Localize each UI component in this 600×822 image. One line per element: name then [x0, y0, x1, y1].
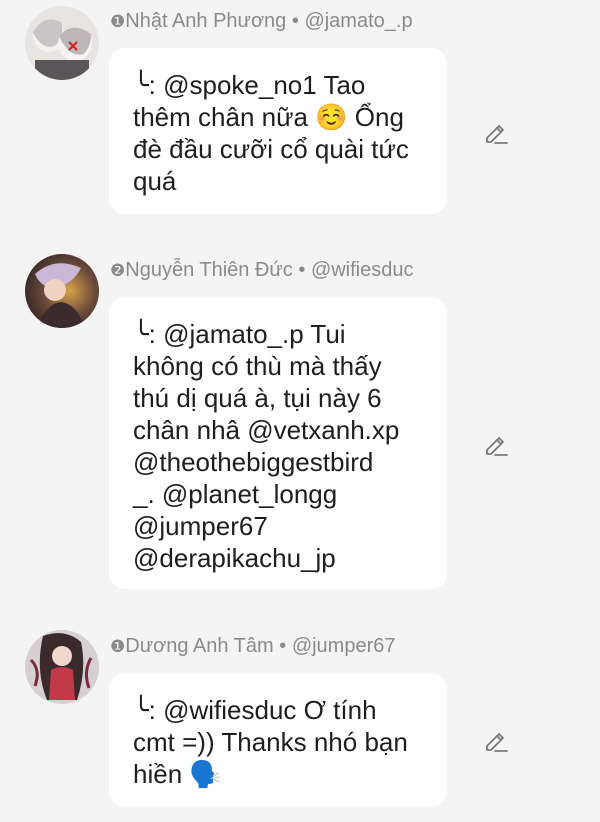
pencil-icon[interactable] — [482, 118, 510, 146]
comment-text: ╰: @wifiesduc Ơ tính cmt =)) Thanks nhó … — [133, 695, 408, 789]
pencil-icon[interactable] — [482, 726, 510, 754]
rank-badge: ❷ — [110, 261, 126, 280]
author-name[interactable]: Dương Anh Tâm — [125, 635, 273, 657]
author-name[interactable]: Nguyễn Thiên Đức — [125, 259, 293, 281]
author-handle[interactable]: @wifiesduc — [311, 259, 414, 281]
author-handle[interactable]: @jumper67 — [292, 635, 396, 657]
meta-separator: • — [286, 10, 305, 32]
pencil-icon[interactable] — [482, 430, 510, 458]
comment-text: ╰: @spoke_no1 Tao thêm chân nữa ☺️ Ổng đ… — [133, 70, 409, 196]
author-handle[interactable]: @jamato_.p — [304, 10, 412, 32]
comment-meta: ❶Dương Anh Tâm • @jumper67 — [110, 634, 396, 659]
user-avatar[interactable] — [25, 630, 99, 704]
anime-girl-avatar-icon — [25, 630, 99, 704]
author-name[interactable]: Nhật Anh Phương — [125, 10, 286, 32]
comment-bubble[interactable]: ╰: @jamato_.p Tui không có thù mà thấy t… — [109, 297, 447, 589]
comment-text: ╰: @jamato_.p Tui không có thù mà thấy t… — [133, 319, 400, 573]
anime-dark-avatar-icon — [25, 254, 99, 328]
user-avatar[interactable] — [25, 6, 99, 80]
rank-badge: ❶ — [110, 12, 126, 31]
comment-bubble[interactable]: ╰: @wifiesduc Ơ tính cmt =)) Thanks nhó … — [109, 673, 447, 807]
comment-meta: ❶Nhật Anh Phương • @jamato_.p — [110, 9, 413, 34]
user-avatar[interactable] — [25, 254, 99, 328]
meta-separator: • — [292, 259, 311, 281]
comment-bubble[interactable]: ╰: @spoke_no1 Tao thêm chân nữa ☺️ Ổng đ… — [109, 48, 447, 214]
comment-meta: ❷Nguyễn Thiên Đức • @wifiesduc — [110, 258, 414, 283]
rank-badge: ❶ — [110, 637, 126, 656]
meta-separator: • — [273, 635, 292, 657]
anime-duo-avatar-icon — [25, 6, 99, 80]
